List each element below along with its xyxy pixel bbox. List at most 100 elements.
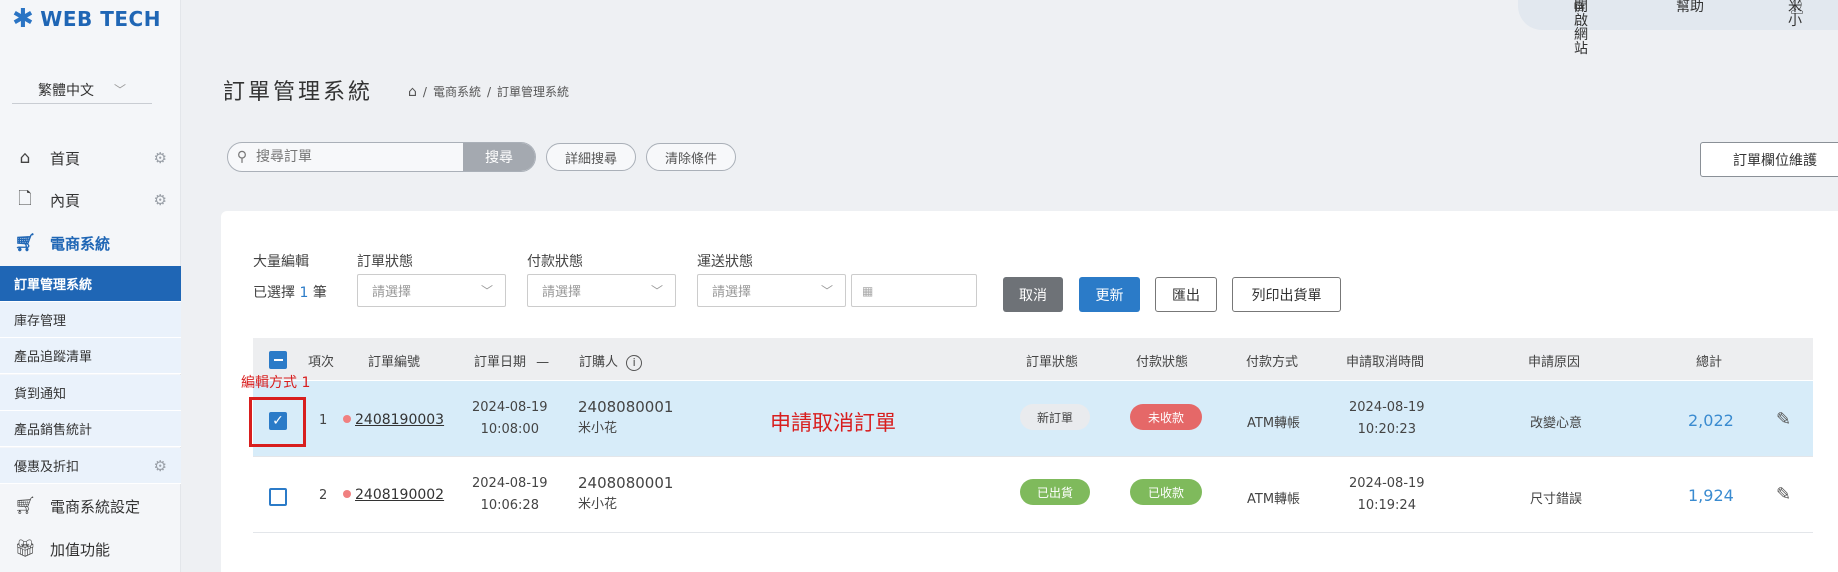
order-time: 10:06:28: [480, 498, 539, 513]
order-time: 10:08:00: [480, 422, 539, 437]
cancel-time: 10:19:24: [1357, 498, 1416, 513]
buyer-name: 米小花: [578, 421, 618, 436]
order-date: 2024-08-19: [472, 476, 548, 491]
export-button[interactable]: 匯出: [1155, 277, 1217, 312]
sort-indicator: —: [536, 355, 550, 370]
top-bar: 開啟網站 ⧉ 幫助 👤︎ 米小: [1518, 0, 1838, 56]
help-link[interactable]: 幫助: [1676, 0, 1704, 14]
sidebar-subitem-inventory[interactable]: 庫存管理: [0, 302, 181, 338]
order-number-link[interactable]: 2408190002: [355, 487, 444, 503]
gear-icon[interactable]: ⚙: [154, 191, 167, 209]
row-index: 2: [319, 488, 328, 503]
buyer-name: 米小花: [578, 497, 618, 512]
sidebar-subitem-tracking-list[interactable]: 產品追蹤清單: [0, 338, 181, 374]
order-datetime: 2024-08-19 10:08:00: [472, 397, 548, 441]
column-header-order-date[interactable]: 訂單日期 —: [474, 351, 549, 370]
brand-logo[interactable]: ✱ WEB TECH: [12, 6, 161, 32]
sidebar-item-value-added[interactable]: 🎁︎ 加值功能: [0, 532, 181, 566]
buyer-info: 2408080001 米小花: [578, 472, 673, 516]
sidebar-subitem-arrival-notice[interactable]: 貨到通知: [0, 375, 181, 411]
gift-icon: 🎁︎: [14, 539, 36, 559]
update-button[interactable]: 更新: [1079, 277, 1140, 312]
language-selected: 繁體中文: [37, 82, 94, 99]
select-placeholder: 請選擇: [372, 285, 412, 300]
selected-count-value: 1: [299, 285, 309, 301]
order-total: 2,022: [1688, 411, 1734, 430]
pencil-icon[interactable]: ✎: [1776, 484, 1791, 505]
cancel-request-annotation: 申請取消訂單: [770, 411, 896, 435]
order-number-link[interactable]: 2408190003: [355, 412, 444, 428]
sidebar-subitem-label: 產品銷售統計: [14, 423, 93, 438]
cancel-button[interactable]: 取消: [1003, 277, 1063, 312]
order-status-select[interactable]: 請選擇 ﹀: [357, 274, 506, 307]
edit-method-annotation: 編輯方式 1: [241, 375, 311, 391]
cancel-time: 10:20:23: [1357, 422, 1416, 437]
row-checkbox[interactable]: [269, 488, 287, 506]
breadcrumb-separator: /: [422, 84, 427, 99]
language-select[interactable]: 繁體中文 ﹀: [12, 76, 152, 104]
order-field-maintenance-button[interactable]: 訂單欄位維護: [1700, 142, 1838, 177]
payment-status-select[interactable]: 請選擇 ﹀: [527, 274, 676, 307]
selected-prefix: 已選擇: [253, 285, 295, 301]
buyer-id: 2408080001: [578, 398, 674, 416]
sidebar-item-label: 電商系統: [50, 234, 111, 253]
cancel-request-time: 2024-08-19 10:19:24: [1349, 473, 1425, 517]
sidebar-item-ecommerce-settings[interactable]: 🛒︎ 電商系統設定: [0, 489, 181, 523]
info-icon[interactable]: i: [626, 355, 643, 371]
buyer-info: 2408080001 米小花: [578, 396, 673, 440]
advanced-search-button[interactable]: 詳細搜尋: [546, 143, 636, 171]
sidebar-item-label: 電商系統設定: [50, 497, 141, 516]
cancel-request-time: 2024-08-19 10:20:23: [1349, 397, 1425, 441]
payment-method: ATM轉帳: [1247, 492, 1301, 507]
column-header-payment-status: 付款狀態: [1136, 355, 1189, 370]
chevron-down-icon: ﹀: [113, 83, 126, 97]
search-button[interactable]: 搜尋: [463, 143, 535, 171]
breadcrumb: ⌂ / 電商系統 / 訂單管理系統: [408, 83, 569, 100]
status-dot: [343, 490, 351, 498]
chevron-down-icon: ﹀: [650, 284, 663, 298]
sidebar-subitem-label: 產品追蹤清單: [14, 350, 93, 365]
sidebar-subitem-sales-stats[interactable]: 產品銷售統計: [0, 411, 181, 447]
column-header-order-status: 訂單狀態: [1026, 355, 1079, 370]
sidebar-subitem-order-management[interactable]: 訂單管理系統: [0, 266, 181, 302]
sidebar-item-label: 加值功能: [50, 540, 111, 559]
search-input[interactable]: [256, 143, 463, 171]
sidebar-item-ecommerce[interactable]: 🛒︎ 電商系統: [0, 226, 181, 260]
sidebar-item-home[interactable]: ⌂ 首頁 ⚙: [0, 141, 181, 175]
column-header-cancel-time: 申請取消時間: [1346, 355, 1425, 370]
print-shipping-list-button[interactable]: 列印出貨單: [1232, 277, 1341, 312]
column-header-order-no[interactable]: 訂單編號: [368, 351, 420, 370]
sidebar-item-label: 內頁: [50, 191, 81, 210]
sidebar-subitem-discounts[interactable]: 優惠及折扣 ⚙: [0, 448, 181, 484]
order-status-badge: 新訂單: [1020, 404, 1090, 430]
select-all-checkbox[interactable]: [269, 351, 287, 369]
pencil-icon[interactable]: ✎: [1776, 409, 1791, 430]
gear-icon[interactable]: ⚙: [154, 149, 167, 167]
sidebar-item-inner-page[interactable]: 🗋 內頁 ⚙: [0, 183, 181, 217]
buyer-id: 2408080001: [578, 474, 674, 492]
external-link-icon: ⧉: [1574, 0, 1584, 15]
order-total: 1,924: [1688, 486, 1734, 505]
order-search: ⚲ 搜尋: [227, 142, 536, 172]
column-header-label: 訂單日期: [474, 355, 527, 370]
payment-status-badge: 未收款: [1130, 404, 1202, 430]
sidebar-subitem-label: 貨到通知: [14, 387, 67, 402]
clear-filters-button[interactable]: 清除條件: [646, 143, 736, 171]
shipping-status-label: 運送狀態: [697, 254, 753, 270]
breadcrumb-item[interactable]: 電商系統: [433, 83, 481, 100]
highlight-box: [249, 397, 306, 447]
shipping-status-select[interactable]: 請選擇 ﹀: [697, 274, 846, 307]
order-datetime: 2024-08-19 10:06:28: [472, 473, 548, 517]
home-icon: ⌂: [19, 148, 31, 168]
cancel-reason: 尺寸錯誤: [1530, 492, 1583, 507]
cart-icon: 🛒︎: [14, 496, 36, 516]
payment-status-label: 付款狀態: [527, 254, 583, 270]
home-icon[interactable]: ⌂: [408, 84, 417, 100]
sidebar-subitem-label: 訂單管理系統: [14, 278, 93, 293]
payment-status-badge: 已收款: [1130, 479, 1202, 505]
gear-icon[interactable]: ⚙: [154, 457, 167, 475]
select-placeholder: 請選擇: [542, 285, 582, 300]
status-dot: [343, 415, 351, 423]
column-header-buyer: 訂購人 i: [579, 351, 643, 371]
shipping-date-input[interactable]: ▦: [851, 274, 977, 307]
